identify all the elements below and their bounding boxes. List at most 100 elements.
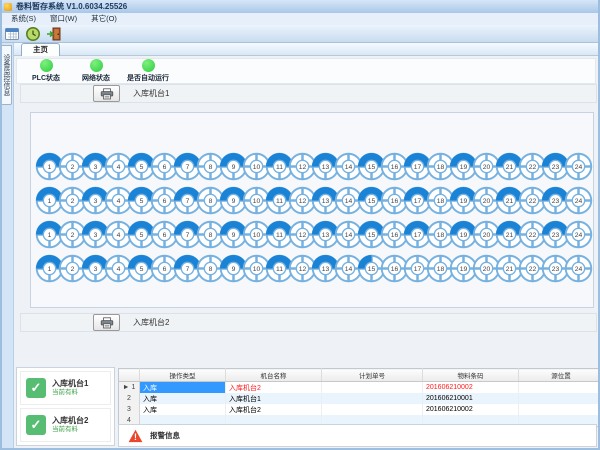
svg-text:22: 22 <box>529 265 537 272</box>
table-cell[interactable]: 入库 <box>140 393 226 404</box>
svg-text:16: 16 <box>391 231 399 238</box>
table-column-header[interactable]: 操作类型 <box>140 369 226 382</box>
svg-text:11: 11 <box>276 265 283 272</box>
table-column-header[interactable]: 计划单号 <box>322 369 423 382</box>
table-cell[interactable] <box>519 404 600 415</box>
table-cell[interactable] <box>519 382 600 394</box>
task-table-body: ► 1入库入库机台2 201606210002 2入库入库机台1 2016062100… <box>119 382 600 427</box>
table-row[interactable]: 2入库入库机台1 201606210001 <box>119 393 600 404</box>
row-header-cell[interactable]: 2 <box>119 393 140 404</box>
svg-text:24: 24 <box>575 231 583 238</box>
status-indicator: PLC状态 <box>27 59 65 83</box>
machine1-print-button[interactable] <box>93 85 120 102</box>
svg-text:3: 3 <box>94 163 98 170</box>
calendar-icon <box>4 26 20 42</box>
svg-text:13: 13 <box>322 265 330 272</box>
svg-text:8: 8 <box>209 265 213 272</box>
svg-text:17: 17 <box>414 231 422 238</box>
clock-icon <box>25 26 41 42</box>
table-cell[interactable]: 入库机台2 <box>226 404 322 415</box>
svg-text:14: 14 <box>345 231 353 238</box>
row-header-cell[interactable]: 3 <box>119 404 140 415</box>
card-machine-title: 入库机台1 <box>52 379 88 389</box>
table-column-header[interactable]: 机台名称 <box>226 369 322 382</box>
table-row[interactable]: ► 1入库入库机台2 201606210002 <box>119 382 600 394</box>
status-indicator-label: 是否自动运行 <box>127 73 169 83</box>
table-cell[interactable] <box>519 393 600 404</box>
svg-text:6: 6 <box>163 231 167 238</box>
svg-text:24: 24 <box>575 163 583 170</box>
svg-text:18: 18 <box>437 231 445 238</box>
machine1-slot-panel: 1234567891011121314151617181920212223241… <box>30 112 594 308</box>
alarm-label: 报警信息 <box>150 430 180 441</box>
status-indicator-label: 网络状态 <box>82 73 110 83</box>
table-cell[interactable] <box>322 382 423 394</box>
svg-text:12: 12 <box>299 231 307 238</box>
svg-text:9: 9 <box>232 163 236 170</box>
tab-home[interactable]: 主页 <box>21 43 60 56</box>
svg-text:2: 2 <box>71 231 75 238</box>
svg-text:1: 1 <box>48 231 52 238</box>
table-cell[interactable]: 入库 <box>140 404 226 415</box>
table-column-header[interactable]: 物料条码 <box>423 369 519 382</box>
storage-slot-icon: 24 <box>564 152 593 181</box>
svg-text:21: 21 <box>506 231 514 238</box>
menu-item[interactable]: 其它(O) <box>84 13 124 25</box>
machine2-print-button[interactable] <box>93 314 120 331</box>
row-header-cell[interactable]: ► 1 <box>119 382 140 394</box>
svg-text:!: ! <box>134 432 137 442</box>
svg-text:20: 20 <box>483 265 491 272</box>
svg-text:8: 8 <box>209 163 213 170</box>
task-table: 操作类型机台名称计划单号物料条码源位置 ► 1入库入库机台2 2016062100… <box>118 368 600 427</box>
collapsed-panel-tab[interactable]: 设备监控信息 <box>1 45 12 105</box>
svg-text:12: 12 <box>299 163 307 170</box>
exit-button[interactable] <box>46 26 62 42</box>
table-row[interactable]: 3入库入库机台2 201606210002 <box>119 404 600 415</box>
svg-text:1: 1 <box>48 197 52 204</box>
svg-text:23: 23 <box>552 197 560 204</box>
table-cell[interactable]: 201606210002 <box>423 382 519 394</box>
table-cell[interactable]: 入库 <box>140 382 226 394</box>
tab-strip: 主页 <box>13 43 600 56</box>
svg-text:5: 5 <box>140 163 144 170</box>
svg-text:19: 19 <box>460 197 468 204</box>
svg-text:15: 15 <box>368 163 376 170</box>
svg-text:2: 2 <box>71 197 75 204</box>
menu-item[interactable]: 系统(S) <box>4 13 43 25</box>
menu-item[interactable]: 窗口(W) <box>43 13 84 25</box>
slot-row: 123456789101112131415161718192021222324 <box>31 149 593 183</box>
table-cell[interactable]: 201606210001 <box>423 393 519 404</box>
svg-text:17: 17 <box>414 197 422 204</box>
svg-text:21: 21 <box>506 265 514 272</box>
svg-text:5: 5 <box>140 197 144 204</box>
calendar-button[interactable] <box>4 26 20 42</box>
table-cell[interactable] <box>322 393 423 404</box>
table-cell[interactable]: 入库机台1 <box>226 393 322 404</box>
machine-status-card: ✓入库机台1当前有料 <box>20 371 111 405</box>
machine2-title: 入库机台2 <box>133 317 169 328</box>
table-column-header[interactable]: 源位置 <box>519 369 600 382</box>
svg-text:8: 8 <box>209 197 213 204</box>
svg-text:22: 22 <box>529 197 537 204</box>
svg-text:15: 15 <box>368 265 376 272</box>
slot-rows: 1234567891011121314151617181920212223241… <box>31 113 593 285</box>
status-light-icon <box>142 59 155 72</box>
svg-text:24: 24 <box>575 265 583 272</box>
svg-text:5: 5 <box>140 231 144 238</box>
status-strip: PLC状态网络状态 是否自动运行 <box>16 58 596 84</box>
table-cell[interactable]: 201606210002 <box>423 404 519 415</box>
svg-text:7: 7 <box>186 231 190 238</box>
clock-button[interactable] <box>25 26 41 42</box>
svg-text:6: 6 <box>163 265 167 272</box>
machine1-title: 入库机台1 <box>133 88 169 99</box>
svg-text:19: 19 <box>460 163 468 170</box>
table-cell[interactable]: 入库机台2 <box>226 382 322 394</box>
svg-text:7: 7 <box>186 197 190 204</box>
svg-text:8: 8 <box>209 231 213 238</box>
card-machine-title: 入库机台2 <box>52 416 88 426</box>
table-cell[interactable] <box>322 404 423 415</box>
machine2-header: 入库机台2 <box>20 313 597 332</box>
task-table-head: 操作类型机台名称计划单号物料条码源位置 <box>119 369 600 382</box>
check-icon: ✓ <box>26 378 46 398</box>
app-icon <box>4 3 12 11</box>
